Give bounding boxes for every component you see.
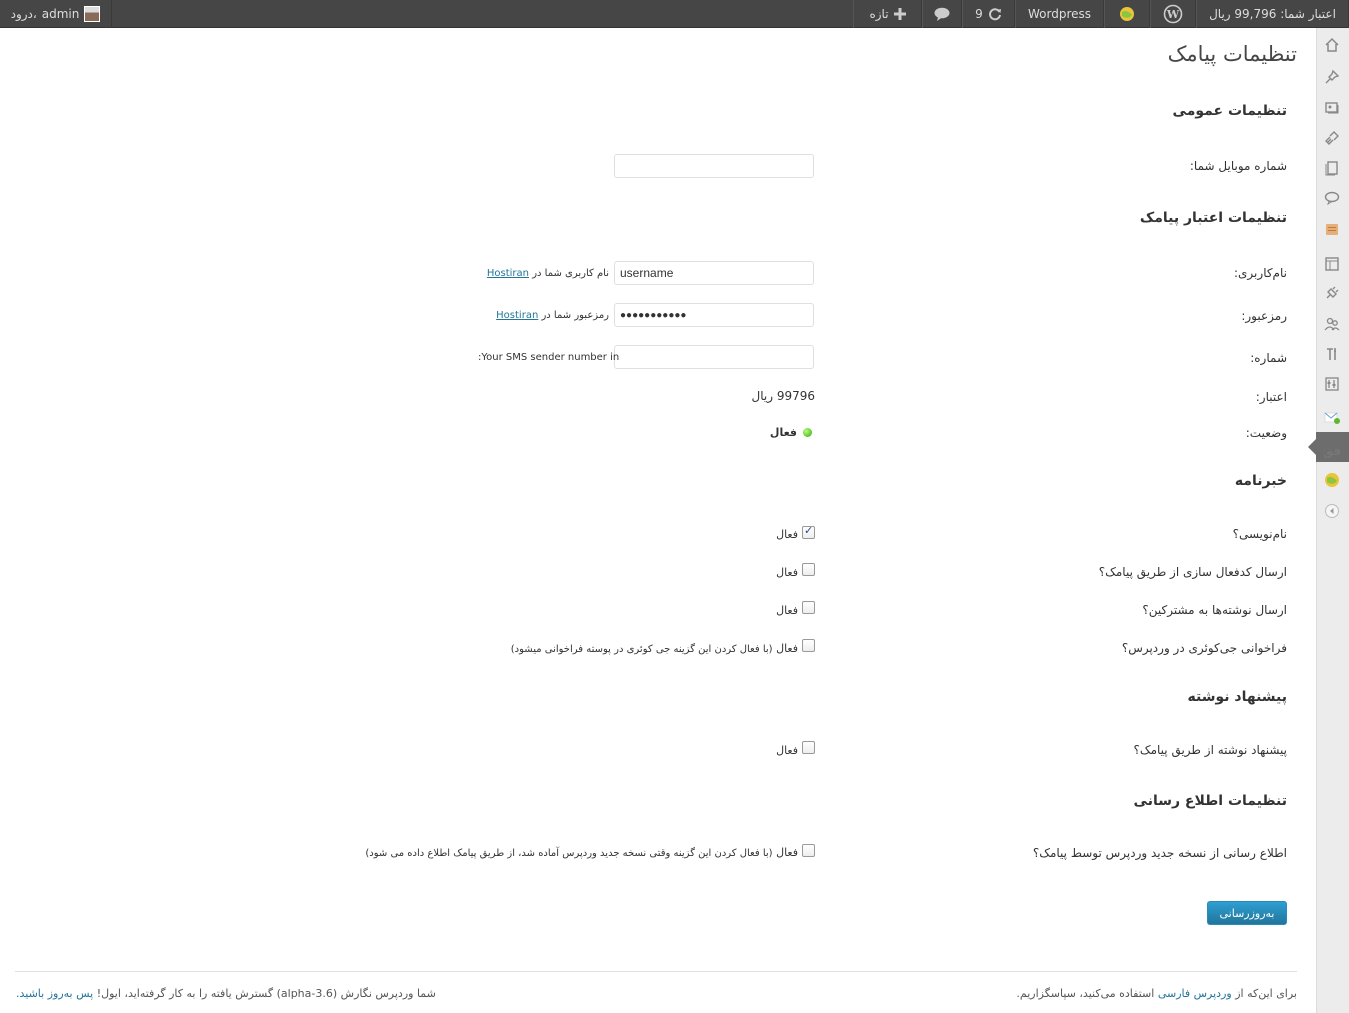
jquery-checkbox[interactable]	[802, 639, 815, 652]
plus-icon	[893, 8, 906, 20]
pages-icon[interactable]	[1323, 159, 1341, 177]
sender-number-description: :Your SMS sender number in	[478, 352, 620, 363]
new-content-menu[interactable]: تازه	[853, 0, 922, 28]
password-input[interactable]: ●●●●●●●●●●●	[614, 303, 814, 327]
suggest-active-label: فعال	[776, 744, 798, 757]
jquery-active-text: فعال	[776, 642, 798, 655]
users-icon[interactable]	[1323, 315, 1341, 333]
greeting: درود،	[10, 7, 37, 21]
footer-divider	[15, 971, 1297, 972]
status-active-indicator-icon	[803, 428, 812, 437]
updates-menu[interactable]: 9	[962, 0, 1015, 28]
mobile-number-label: شماره موبایل شما:	[1189, 159, 1287, 173]
jquery-label: فراخوانی جی‌کوئری در وردپرس؟	[1121, 641, 1287, 655]
sender-number-input[interactable]	[614, 345, 814, 369]
activation-active-label: فعال	[776, 566, 798, 579]
page-title: تنظیمات پیامک	[1167, 42, 1297, 66]
notify-description: (با فعال کردن این گزینه وقتی نسخه جدید و…	[365, 848, 773, 859]
updates-count: 9	[975, 7, 983, 21]
plugins-icon[interactable]	[1323, 284, 1341, 302]
wp-logo-menu[interactable]: W	[1150, 0, 1196, 28]
avatar	[84, 6, 101, 22]
status-value: فعال	[769, 426, 797, 439]
footer-thanks: برای این‌که از وردپرس فارسی استفاده می‌ک…	[1016, 987, 1297, 1000]
comment-bubble-icon	[934, 7, 950, 21]
hostiran-link[interactable]: Hostiran	[496, 310, 538, 321]
pin-icon[interactable]	[1323, 68, 1341, 86]
credit-label: اعتبار:	[1255, 390, 1287, 404]
username: admin	[41, 7, 80, 21]
credit-settings-heading: تنظیمات اعتبار پیامک	[1139, 210, 1287, 226]
new-label: تازه	[869, 7, 889, 21]
notify-checkbox[interactable]	[802, 844, 815, 857]
footer-thanks-prefix: برای این‌که از	[1235, 987, 1297, 1000]
password-description: رمزعبور شما در Hostiran	[496, 310, 609, 321]
status-ball-icon	[1120, 7, 1134, 21]
send-posts-label: ارسال نوشته‌ها به مشترکین؟	[1142, 603, 1287, 617]
sms-status-menu[interactable]	[1104, 0, 1150, 28]
jquery-active-label: فعال (با فعال کردن این گزینه جی کوئری در…	[511, 642, 798, 655]
footer-version: شما وردپرس نگارش (alpha-3.6) گسترش یافته…	[16, 987, 436, 1000]
credit-text: اعتبار شما: 99,796 ریال	[1209, 7, 1336, 21]
links-icon[interactable]	[1323, 129, 1341, 147]
password-desc-text: رمزعبور شما در	[541, 310, 609, 321]
suggest-label: پیشنهاد نوشته از طریق پیامک؟	[1133, 743, 1287, 757]
sender-number-label: شماره:	[1250, 351, 1287, 365]
username-description: نام کاربری شما در Hostiran	[487, 268, 609, 279]
notify-active-text: فعال	[776, 846, 798, 859]
mail-icon[interactable]	[1323, 408, 1341, 426]
mobile-number-input[interactable]	[614, 154, 814, 178]
newsletter-heading: خبرنامه	[1234, 473, 1287, 489]
jquery-description: (با فعال کردن این گزینه جی کوئری در پوست…	[510, 644, 773, 655]
sms-icon[interactable]	[1323, 220, 1341, 238]
activation-sms-label: ارسال کدفعال سازی از طریق پیامک؟	[1098, 565, 1287, 579]
general-settings-heading: تنظیمات عمومی	[1172, 103, 1287, 119]
admin-bar: اعتبار شما: 99,796 ریال W Wordpress 9 تا…	[0, 0, 1349, 28]
send-posts-checkbox[interactable]	[802, 601, 815, 614]
settings-icon[interactable]	[1323, 375, 1341, 393]
admin-menu-sidebar: فق	[1308, 28, 1349, 1013]
fa-icon[interactable]: فق	[1323, 441, 1341, 459]
collapse-icon[interactable]	[1323, 502, 1341, 520]
notify-active-label: فعال (با فعال کردن این گزینه وقتی نسخه ج…	[365, 846, 798, 859]
appearance-icon[interactable]	[1323, 255, 1341, 273]
update-button[interactable]: به‌روزرسانی	[1207, 901, 1287, 925]
send-posts-active-label: فعال	[776, 604, 798, 617]
ball-icon[interactable]	[1323, 471, 1341, 489]
username-input[interactable]: username	[614, 261, 814, 285]
status-label: وضعیت:	[1245, 426, 1287, 440]
svg-text:فق: فق	[1324, 444, 1340, 458]
home-icon[interactable]	[1323, 36, 1341, 54]
tools-icon[interactable]	[1323, 345, 1341, 363]
hostiran-link[interactable]: Hostiran	[487, 268, 529, 279]
comments-icon[interactable]	[1323, 189, 1341, 207]
credit-menu[interactable]: اعتبار شما: 99,796 ریال	[1196, 0, 1349, 28]
comments-menu[interactable]	[922, 0, 962, 28]
wordpress-logo-icon: W	[1163, 4, 1183, 24]
suggest-heading: پیشنهاد نوشته	[1187, 689, 1288, 705]
account-menu[interactable]: درود، admin	[0, 0, 112, 28]
footer-version-text: شما وردپرس نگارش (alpha-3.6) گسترش یافته…	[96, 987, 436, 1000]
activation-sms-checkbox[interactable]	[802, 563, 815, 576]
username-desc-text: نام کاربری شما در	[532, 268, 609, 279]
svg-text:W: W	[1166, 8, 1180, 21]
update-link[interactable]: پس به‌روز باشید.	[16, 987, 93, 1000]
suggest-checkbox[interactable]	[802, 741, 815, 754]
subscribe-checkbox[interactable]	[802, 524, 815, 539]
site-name-menu[interactable]: Wordpress	[1015, 0, 1104, 28]
refresh-icon	[988, 8, 1001, 21]
credit-value: 99796 ریال	[751, 389, 815, 403]
username-label: نام‌کاربری:	[1234, 266, 1287, 280]
footer-thanks-suffix: استفاده می‌کنید، سپاسگزاریم.	[1016, 987, 1155, 1000]
wordpress-farsi-link[interactable]: وردپرس فارسی	[1158, 987, 1232, 1000]
password-label: رمزعبور:	[1241, 309, 1287, 323]
media-icon[interactable]	[1323, 99, 1341, 117]
notify-heading: تنظیمات اطلاع رسانی	[1133, 793, 1287, 809]
site-name: Wordpress	[1027, 7, 1092, 21]
subscribe-active-label: فعال	[776, 528, 798, 541]
subscribe-label: نام‌نویسی؟	[1232, 527, 1287, 541]
notify-label: اطلاع رسانی از نسخه جدید وردپرس توسط پیا…	[1032, 846, 1287, 860]
